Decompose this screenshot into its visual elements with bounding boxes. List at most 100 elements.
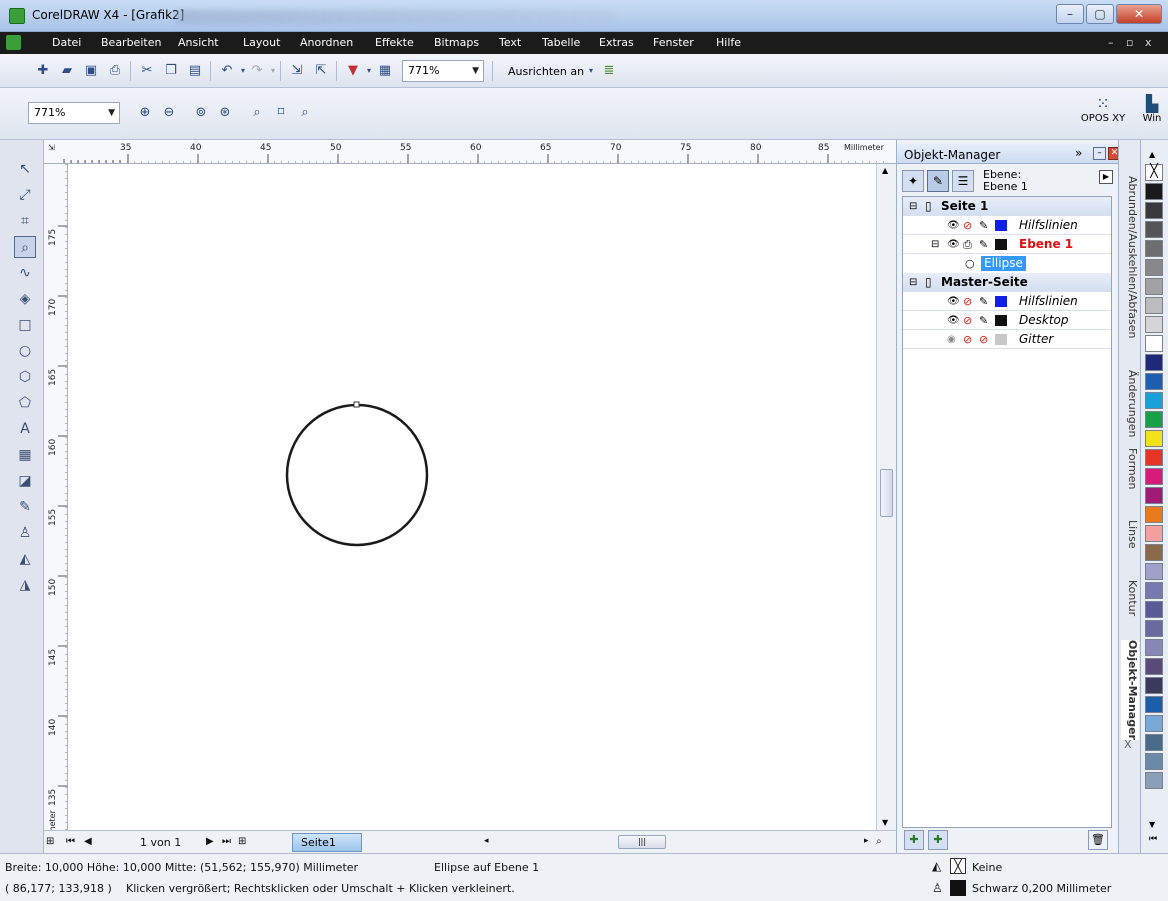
rectangle-tool-icon[interactable]: □ (14, 314, 36, 336)
freehand-tool-icon[interactable]: ∿ (14, 262, 36, 284)
palette-color-swatch[interactable] (1145, 677, 1163, 694)
menu-datei[interactable]: Datei (52, 36, 81, 49)
collapse-icon[interactable]: ⊟ (909, 197, 917, 216)
new-document-icon[interactable]: ✚ (34, 62, 52, 80)
zoom-page-icon[interactable]: ⌕ (248, 104, 266, 122)
palette-color-swatch[interactable] (1145, 449, 1163, 466)
table-tool-icon[interactable]: ▦ (14, 444, 36, 466)
edit-pencil-icon[interactable]: ✎ (979, 235, 988, 254)
cut-icon[interactable]: ✂ (138, 62, 156, 80)
palette-color-swatch[interactable] (1145, 354, 1163, 371)
palette-color-swatch[interactable] (1145, 582, 1163, 599)
fill-none-swatch[interactable]: ╳ (950, 858, 966, 874)
interactive-fill-tool-icon[interactable]: ◮ (14, 574, 36, 596)
edit-across-layers-icon[interactable]: ✎ (927, 170, 949, 192)
show-properties-icon[interactable]: ✦ (902, 170, 924, 192)
next-page-icon[interactable]: ▶ (206, 836, 214, 847)
smart-fill-tool-icon[interactable]: ◈ (14, 288, 36, 310)
zoom-all-icon[interactable]: ⊛ (216, 104, 234, 122)
eyedropper-tool-icon[interactable]: ✎ (14, 496, 36, 518)
palette-color-swatch[interactable] (1145, 639, 1163, 656)
ellipse-shape[interactable] (285, 403, 429, 547)
print-disabled-icon[interactable]: ⊘ (963, 311, 972, 330)
ruler-horizontal[interactable]: ⇲ 35 40 45 50 55 60 65 70 75 80 85 Milli… (44, 140, 896, 164)
vertical-scroll-thumb[interactable] (880, 469, 893, 517)
outline-color-swatch[interactable] (950, 880, 966, 896)
tab-linse[interactable]: Linse (1121, 520, 1139, 549)
zoom-height-icon[interactable]: ⌕ (296, 104, 314, 122)
docker-menu-icon[interactable]: ▶ (1099, 170, 1113, 184)
eye-icon[interactable]: 👁 (947, 311, 960, 330)
mdi-restore-button[interactable]: ▫ (1126, 36, 1133, 49)
delete-icon[interactable]: 🗑 (1088, 830, 1108, 850)
edit-pencil-icon[interactable]: ✎ (979, 216, 988, 235)
zoom-in-icon[interactable]: ⊕ (136, 104, 154, 122)
palette-color-swatch[interactable] (1145, 772, 1163, 789)
eye-hidden-icon[interactable]: ◉ (947, 330, 956, 349)
palette-color-swatch[interactable] (1145, 392, 1163, 409)
layer-manager-view-icon[interactable]: ☰ (952, 170, 974, 192)
basic-shapes-tool-icon[interactable]: ⬠ (14, 392, 36, 414)
scroll-left-icon[interactable]: ◂ (484, 836, 489, 846)
menu-effekte[interactable]: Effekte (375, 36, 414, 49)
mdi-minimize-button[interactable]: – (1108, 36, 1114, 49)
save-icon[interactable]: ▣ (82, 62, 100, 80)
previous-page-icon[interactable]: ◀ (84, 836, 92, 847)
palette-color-swatch[interactable] (1145, 278, 1163, 295)
no-color-swatch[interactable]: ╳ (1145, 164, 1163, 181)
close-button[interactable]: ✕ (1116, 4, 1162, 24)
palette-color-swatch[interactable] (1145, 715, 1163, 732)
welcome-screen-icon[interactable]: ▦ (376, 62, 394, 80)
palette-color-swatch[interactable] (1145, 620, 1163, 637)
tree-layer-gitter[interactable]: ◉ ⊘ ⊘ Gitter (903, 330, 1111, 349)
zoom-level-combo-2[interactable]: 771% ▼ (28, 102, 120, 124)
options-icon[interactable]: ≣ (600, 62, 618, 80)
menu-fenster[interactable]: Fenster (653, 36, 694, 49)
menu-tabelle[interactable]: Tabelle (542, 36, 580, 49)
print-icon[interactable]: ⎙ (106, 62, 124, 80)
add-page-after-icon[interactable]: ⊞ (238, 836, 246, 847)
palette-color-swatch[interactable] (1145, 411, 1163, 428)
zoom-selected-icon[interactable]: ⊚ (192, 104, 210, 122)
eye-icon[interactable]: 👁 (947, 216, 960, 235)
edit-pencil-icon[interactable]: ✎ (979, 311, 988, 330)
zoom-level-combo[interactable]: 771% ▼ (402, 60, 484, 82)
pick-tool-icon[interactable]: ↖ (14, 158, 36, 180)
palette-color-swatch[interactable] (1145, 430, 1163, 447)
palette-scroll-down-icon[interactable]: ▼ (1149, 820, 1155, 829)
scroll-down-icon[interactable]: ▼ (882, 818, 888, 827)
add-page-before-icon[interactable]: ⊞ (46, 836, 54, 847)
shape-tool-icon[interactable]: ⤢ (14, 184, 36, 206)
palette-color-swatch[interactable] (1145, 696, 1163, 713)
new-master-layer-icon[interactable]: ✚ (928, 830, 948, 850)
tree-layer-desktop[interactable]: 👁 ⊘ ✎ Desktop (903, 311, 1111, 330)
text-tool-icon[interactable]: A (14, 418, 36, 440)
print-disabled-icon[interactable]: ⊘ (963, 292, 972, 311)
paste-icon[interactable]: ▤ (186, 62, 204, 80)
zoom-navigator-icon[interactable]: ⌕ (876, 836, 882, 847)
opos-xy-tool[interactable]: ⁙ OPOS XY (1078, 94, 1128, 124)
ellipse-node-handle[interactable] (353, 401, 360, 408)
outline-tool-icon[interactable]: ♙ (14, 522, 36, 544)
import-icon[interactable]: ⇲ (288, 62, 306, 80)
tab-aenderungen[interactable]: Änderungen (1121, 370, 1139, 437)
edit-disabled-icon[interactable]: ⊘ (979, 330, 988, 349)
ruler-vertical[interactable]: 175 170 165 160 155 150 145 140 135 Mill… (44, 164, 68, 853)
palette-color-swatch[interactable] (1145, 316, 1163, 333)
scroll-up-icon[interactable]: ▲ (882, 166, 888, 175)
palette-color-swatch[interactable] (1145, 487, 1163, 504)
tree-layer-hilfslinien[interactable]: 👁 ⊘ ✎ Hilfslinien (903, 216, 1111, 235)
palette-color-swatch[interactable] (1145, 335, 1163, 352)
expand-docker-icon[interactable]: » (1075, 146, 1082, 160)
palette-color-swatch[interactable] (1145, 468, 1163, 485)
palette-color-swatch[interactable] (1145, 259, 1163, 276)
menu-ansicht[interactable]: Ansicht (178, 36, 219, 49)
mdi-close-button[interactable]: x (1145, 36, 1152, 49)
snap-dropdown-icon[interactable]: ▾ (582, 62, 600, 80)
palette-color-swatch[interactable] (1145, 601, 1163, 618)
palette-color-swatch[interactable] (1145, 544, 1163, 561)
ruler-origin-icon[interactable]: ⇲ (48, 143, 55, 152)
minimize-button[interactable]: – (1056, 4, 1084, 24)
tree-object-ellipse[interactable]: ○ Ellipse (903, 254, 1111, 273)
fill-tool-icon[interactable]: ◭ (14, 548, 36, 570)
